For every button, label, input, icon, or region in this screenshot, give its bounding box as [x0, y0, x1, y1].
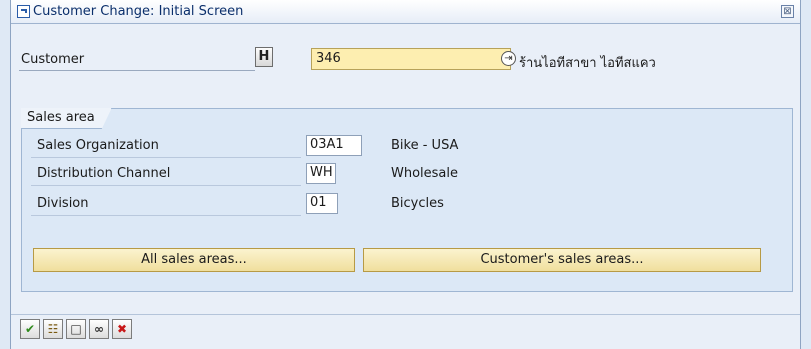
distribution-channel-label: Distribution Channel — [37, 166, 171, 181]
close-icon[interactable]: ⊠ — [781, 5, 794, 18]
create-icon[interactable]: □ — [66, 319, 86, 339]
enter-icon[interactable]: ✔ — [20, 319, 40, 339]
matchcode-icon[interactable]: H — [255, 47, 273, 67]
sales-area-title: Sales area — [21, 108, 112, 129]
customer-label: Customer — [21, 52, 85, 67]
division-underline — [31, 215, 301, 216]
navigation-icon[interactable]: ⇥ — [501, 51, 516, 66]
division-label: Division — [37, 196, 89, 211]
title-bar: Customer Change: Initial Screen ⊠ — [11, 0, 800, 24]
sap-window: Customer Change: Initial Screen ⊠ Custom… — [10, 0, 801, 349]
distribution-channel-underline — [31, 185, 301, 186]
division-description: Bicycles — [391, 196, 444, 211]
division-input[interactable]: 01 — [306, 193, 338, 214]
window-title: Customer Change: Initial Screen — [33, 4, 244, 19]
cancel-icon[interactable]: ✖ — [112, 319, 132, 339]
sales-org-underline — [31, 157, 301, 158]
sales-org-input[interactable]: 03A1 — [306, 135, 362, 156]
display-icon[interactable]: ∞ — [89, 319, 109, 339]
title-icon — [17, 5, 30, 18]
sales-org-label: Sales Organization — [37, 138, 159, 153]
customers-sales-areas-button[interactable]: Customer's sales areas... — [363, 248, 761, 272]
all-sales-areas-button[interactable]: All sales areas... — [33, 248, 355, 272]
customer-name: ร้านไอทีสาขา ไอทีสแคว — [519, 56, 656, 71]
footer-separator — [11, 314, 800, 315]
structure-icon[interactable]: ☷ — [43, 319, 63, 339]
distribution-channel-description: Wholesale — [391, 166, 459, 181]
customer-label-underline — [19, 70, 255, 71]
sales-org-description: Bike - USA — [391, 138, 459, 153]
customer-input[interactable]: 346 — [311, 48, 511, 70]
distribution-channel-input[interactable]: WH — [306, 163, 336, 184]
